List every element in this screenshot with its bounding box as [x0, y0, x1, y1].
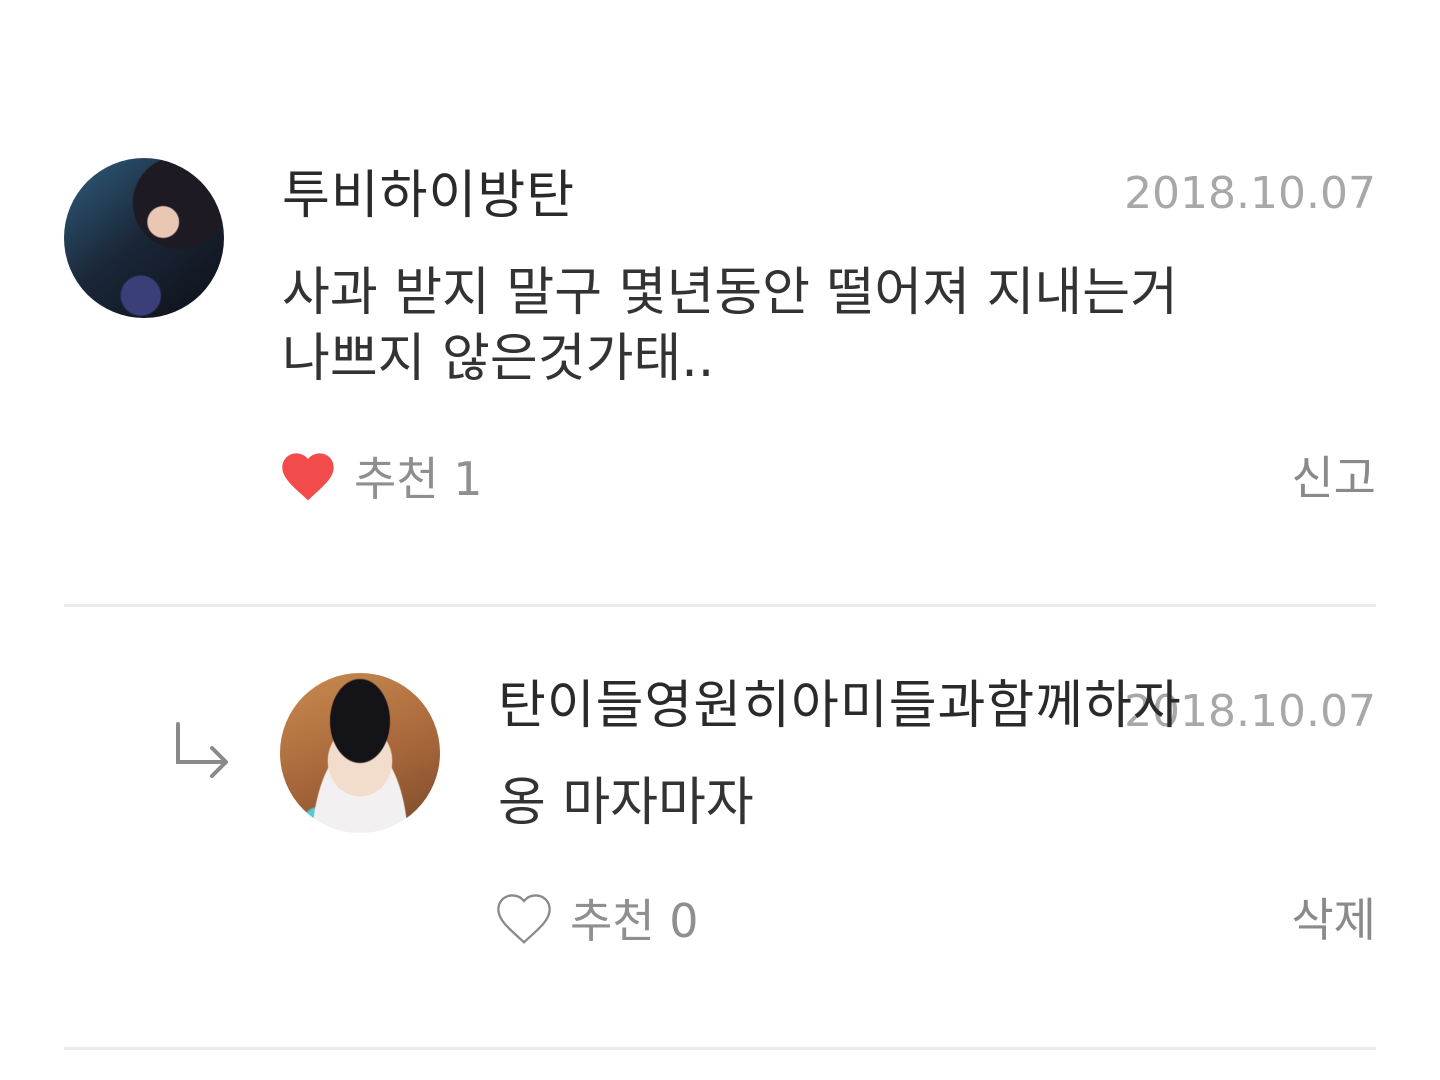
avatar[interactable]	[64, 158, 224, 318]
comment-username[interactable]: 투비하이방탄	[282, 170, 575, 222]
like-count-label: 추천 0	[570, 894, 699, 948]
comment-text-line: 사과 받지 말구 몇년동안 떨어져 지내는거	[282, 263, 1178, 323]
comment-body: 사과 받지 말구 몇년동안 떨어져 지내는거 나쁘지 않은것가태..	[282, 260, 1178, 392]
like-count-label: 추천 1	[354, 452, 483, 506]
report-button[interactable]: 신고	[1291, 455, 1376, 501]
avatar[interactable]	[280, 673, 440, 833]
divider	[64, 604, 1376, 607]
comment-username[interactable]: 탄이들영원히아미들과함께하자	[498, 680, 1182, 732]
like-button[interactable]: 추천 0	[496, 892, 699, 950]
heart-filled-icon	[280, 450, 336, 508]
reply-arrow-icon	[174, 722, 232, 788]
like-button[interactable]: 추천 1	[280, 450, 483, 508]
comment-date: 2018.10.07	[1124, 168, 1376, 219]
comment-body: 옹 마자마자	[498, 770, 754, 836]
divider	[64, 1047, 1376, 1050]
comment-text-line: 나쁘지 않은것가태..	[282, 329, 715, 389]
heart-outline-icon	[496, 892, 552, 950]
comment-text-line: 옹 마자마자	[498, 773, 754, 833]
delete-button[interactable]: 삭제	[1291, 897, 1376, 943]
